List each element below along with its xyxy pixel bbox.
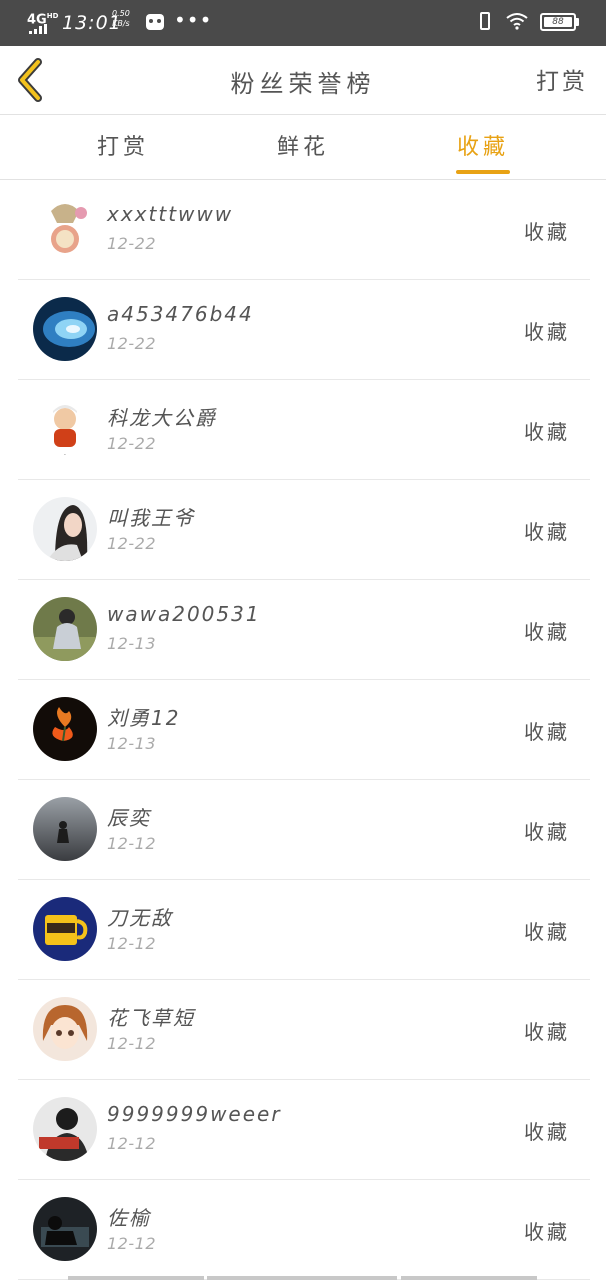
fan-name: 刘勇12	[107, 706, 181, 730]
fan-date: 12-12	[107, 1234, 156, 1253]
vibrate-icon	[480, 12, 490, 30]
fan-name: 佐榆	[107, 1206, 151, 1230]
fan-action: 收藏	[524, 1020, 570, 1044]
scroll-indicator	[207, 1276, 397, 1280]
avatar	[33, 297, 97, 361]
avatar	[33, 497, 97, 561]
list-item[interactable]: 辰奕 12-12 收藏	[18, 780, 590, 880]
fan-date: 12-22	[107, 334, 156, 353]
page-title: 粉丝荣誉榜	[230, 70, 376, 98]
list-item[interactable]: wawa200531 12-13 收藏	[18, 580, 590, 680]
svg-text:·: ·	[64, 452, 66, 459]
fan-action: 收藏	[524, 1220, 570, 1244]
status-bar: 4GHD 13:01 0.50 KB/s ••• 88	[0, 0, 606, 46]
scroll-indicator	[68, 1276, 204, 1280]
fan-action: 收藏	[524, 420, 570, 444]
network-speed: 0.50 KB/s	[112, 9, 130, 28]
title-bar: 粉丝荣誉榜 打赏	[0, 46, 606, 115]
tab-tips[interactable]: 打赏	[63, 129, 183, 161]
tab-flowers[interactable]: 鲜花	[243, 129, 363, 161]
avatar	[33, 1197, 97, 1261]
list-item[interactable]: 叫我王爷 12-22 收藏	[18, 480, 590, 580]
list-item[interactable]: xxxtttwww 12-22 收藏	[18, 180, 590, 280]
signal-icon	[29, 24, 49, 34]
tab-bar: 打赏 鲜花 收藏	[0, 115, 606, 180]
more-notifications-icon: •••	[174, 8, 213, 32]
battery-level: 88	[544, 17, 572, 27]
avatar	[33, 797, 97, 861]
fan-name: wawa200531	[107, 602, 261, 626]
list-item[interactable]: 刀无敌 12-12 收藏	[18, 880, 590, 980]
fan-name: a453476b44	[107, 302, 254, 326]
list-item[interactable]: · 科龙大公爵 12-22 收藏	[18, 380, 590, 480]
fan-name: 花飞草短	[107, 1006, 195, 1030]
avatar	[33, 697, 97, 761]
fan-action: 收藏	[524, 520, 570, 544]
avatar	[33, 597, 97, 661]
fan-action: 收藏	[524, 620, 570, 644]
fan-date: 12-12	[107, 834, 156, 853]
list-item[interactable]: 刘勇12 12-13 收藏	[18, 680, 590, 780]
fan-date: 12-13	[107, 734, 156, 753]
fan-date: 12-22	[107, 234, 156, 253]
fan-date: 12-12	[107, 1034, 156, 1053]
fan-action: 收藏	[524, 920, 570, 944]
avatar	[33, 897, 97, 961]
fan-name: 辰奕	[107, 806, 151, 830]
fan-date: 12-12	[107, 934, 156, 953]
fan-action: 收藏	[524, 720, 570, 744]
scroll-indicator	[401, 1276, 537, 1280]
avatar: ·	[33, 397, 97, 461]
tip-button[interactable]: 打赏	[536, 62, 588, 96]
list-item[interactable]: 花飞草短 12-12 收藏	[18, 980, 590, 1080]
fan-date: 12-12	[107, 1134, 156, 1153]
fan-action: 收藏	[524, 820, 570, 844]
wifi-icon	[506, 13, 528, 30]
fan-name: 刀无敌	[107, 906, 173, 930]
avatar	[33, 197, 97, 261]
tab-favorites[interactable]: 收藏	[423, 129, 543, 161]
list-item[interactable]: a453476b44 12-22 收藏	[18, 280, 590, 380]
fan-date: 12-22	[107, 534, 156, 553]
fan-action: 收藏	[524, 1120, 570, 1144]
fan-date: 12-22	[107, 434, 156, 453]
fan-action: 收藏	[524, 320, 570, 344]
fan-name: xxxtttwww	[107, 202, 234, 226]
fan-name: 9999999weeer	[107, 1102, 282, 1126]
fan-date: 12-13	[107, 634, 156, 653]
avatar	[33, 1097, 97, 1161]
app-notification-icon	[146, 14, 164, 30]
fan-name: 叫我王爷	[107, 506, 195, 530]
list-item[interactable]: 佐榆 12-12 收藏	[18, 1180, 590, 1280]
battery-icon: 88	[540, 13, 576, 31]
active-tab-indicator	[456, 170, 510, 174]
avatar	[33, 997, 97, 1061]
fan-list: xxxtttwww 12-22 收藏 a453476b44 12-22 收藏 ·…	[18, 180, 590, 1280]
list-item[interactable]: 9999999weeer 12-12 收藏	[18, 1080, 590, 1180]
fan-name: 科龙大公爵	[107, 406, 217, 430]
fan-action: 收藏	[524, 220, 570, 244]
